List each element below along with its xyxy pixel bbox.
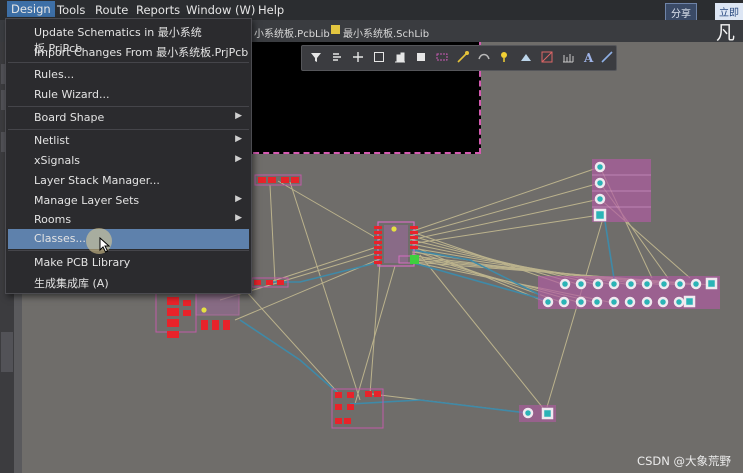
tab-pcblib[interactable]: 小系统板.PcbLib [254,25,330,40]
watermark: CSDN @大象荒野 [637,454,731,468]
diff-pair-icon[interactable] [456,50,470,64]
menu-item-label: Make PCB Library [34,256,131,269]
menu-item-xsignals[interactable]: xSignals ▶ [8,151,249,171]
menu-item-rules[interactable]: Rules... [8,65,249,85]
menu-help[interactable]: Help [258,3,284,17]
menu-separator [8,129,249,130]
corner-logo-text: 凡 [715,22,735,44]
menu-item-label: Netlist [34,134,70,147]
menu-item-manage-layer-sets[interactable]: Manage Layer Sets ▶ [8,191,249,211]
menu-item-label: Layer Stack Manager... [34,174,160,187]
menu-item-update-schematics[interactable]: Update Schematics in 最小系统板.PrjPcb [8,21,249,55]
menu-item-label: xSignals [34,154,81,167]
menu-item-make-pcb-library[interactable]: Make PCB Library [8,253,249,273]
menu-item-label: Classes... [34,232,86,245]
fill-icon[interactable] [498,50,512,64]
schlib-file-icon [331,25,340,34]
select-rect-icon[interactable] [372,50,386,64]
menu-item-label: Rule Wizard... [34,88,110,101]
submenu-arrow-icon: ▶ [235,134,242,144]
menu-bar: Design Tools Route Reports Window (W) He… [0,0,743,22]
submenu-arrow-icon: ▶ [235,213,242,223]
route-icon[interactable] [330,50,344,64]
menu-item-make-integrated-library[interactable]: 生成集成库 (A) [8,272,249,292]
menu-item-label: 生成集成库 (A) [34,277,109,290]
menu-separator [8,250,249,251]
menu-item-label: Manage Layer Sets [34,194,140,207]
keepout-icon[interactable] [540,50,554,64]
cross-icon[interactable] [351,50,365,64]
submenu-arrow-icon: ▶ [235,154,242,164]
menu-item-label: Board Shape [34,111,105,124]
menu-design[interactable]: Design [7,1,55,17]
submenu-arrow-icon: ▶ [235,111,242,121]
tab-schlib[interactable]: 最小系统板.SchLib [343,25,429,40]
polygon-icon[interactable] [519,50,533,64]
interactive-route-icon[interactable] [435,50,449,64]
dimension-icon[interactable] [561,50,575,64]
menu-item-rooms[interactable]: Rooms ▶ [8,210,249,230]
menu-item-classes[interactable]: Classes... [8,229,249,249]
menu-item-rule-wizard[interactable]: Rule Wizard... [8,85,249,105]
text-icon[interactable]: A [582,50,596,65]
mouse-cursor-icon [99,237,111,253]
menu-route[interactable]: Route [95,3,128,17]
component-icon[interactable] [414,50,428,64]
menu-item-label: Rules... [34,68,75,81]
panel-tab[interactable] [1,332,13,372]
line-icon[interactable] [600,50,614,64]
pcb-active-toolbar: A [301,45,617,71]
menu-item-import-changes[interactable]: Import Changes From 最小系统板.PrjPcb [8,41,249,61]
align-icon[interactable] [393,50,407,64]
menu-item-label: Rooms [34,213,72,226]
probe-icon[interactable] [477,50,491,64]
design-menu: Update Schematics in 最小系统板.PrjPcb Import… [5,18,252,294]
submenu-arrow-icon: ▶ [235,194,242,204]
menu-item-board-shape[interactable]: Board Shape ▶ [8,108,249,128]
menu-separator [8,62,249,63]
filter-icon[interactable] [309,50,323,64]
menu-reports[interactable]: Reports [136,3,180,17]
svg-text:A: A [583,51,594,64]
menu-item-layer-stack-manager[interactable]: Layer Stack Manager... [8,171,249,191]
menu-separator [8,106,249,107]
menu-tools[interactable]: Tools [57,3,85,17]
menu-item-netlist[interactable]: Netlist ▶ [8,131,249,151]
menu-window[interactable]: Window (W) [186,3,255,17]
menu-item-label: Import Changes From 最小系统板.PrjPcb [34,46,249,59]
